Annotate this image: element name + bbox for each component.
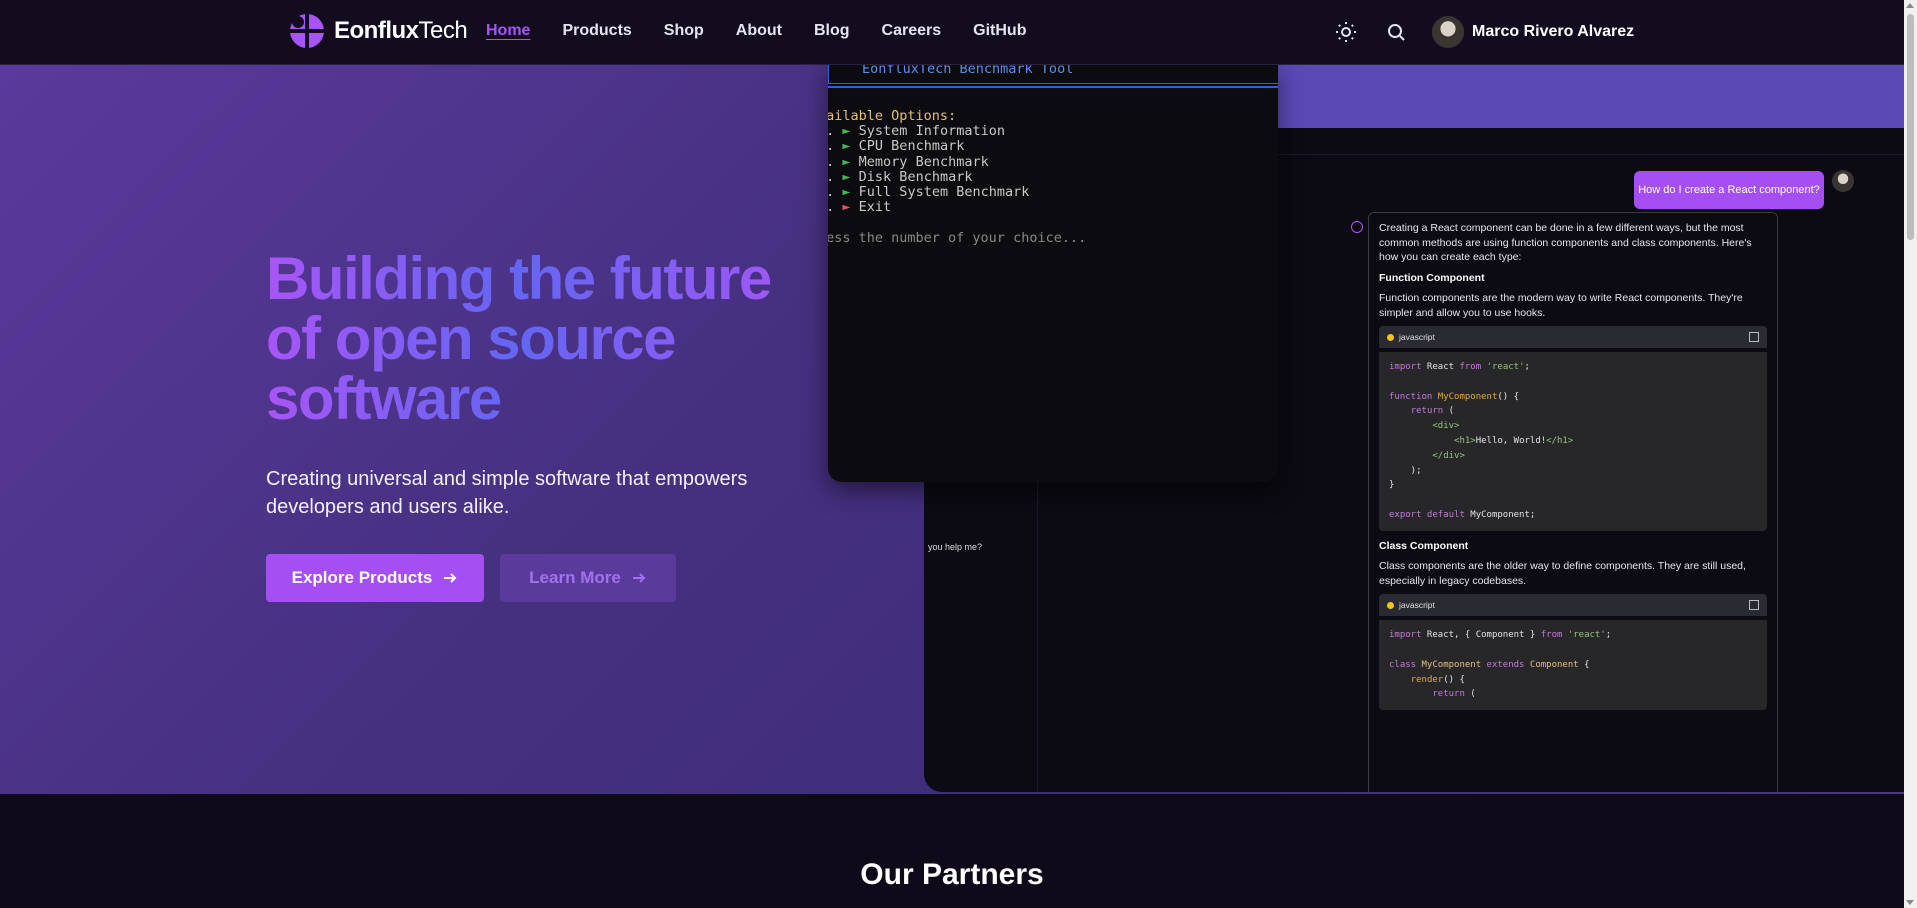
main-navigation: Home Products Shop About Blog Careers Gi… <box>486 22 1026 40</box>
top-navbar: EonfluxTech Home Products Shop About Blo… <box>0 0 1904 65</box>
copy-icon[interactable] <box>1749 332 1759 342</box>
scroll-up-icon[interactable] <box>1906 3 1914 8</box>
code-header: javascript <box>1379 326 1767 348</box>
terminal-title: EonfluxTech Benchmark Tool <box>862 64 1074 77</box>
terminal-output: vailable Options: 1. ► System Informatio… <box>828 108 1087 246</box>
arrow-right-icon <box>632 573 646 583</box>
code-block: javascript import React from 'react'; fu… <box>1379 326 1767 531</box>
terminal-option: Disk Benchmark <box>858 168 973 185</box>
partners-section: Our Partners <box>0 794 1904 908</box>
terminal-option: CPU Benchmark <box>858 138 965 155</box>
copy-icon[interactable] <box>1749 600 1759 611</box>
terminal-option: System Information <box>858 123 1005 140</box>
partners-title: Our Partners <box>860 858 1044 891</box>
avatar <box>1832 170 1854 192</box>
nav-link-shop[interactable]: Shop <box>664 22 704 40</box>
code-language: javascript <box>1399 600 1435 611</box>
code-language: javascript <box>1399 331 1435 342</box>
nav-link-home[interactable]: Home <box>486 22 530 40</box>
user-menu[interactable]: Marco Rivero Alvarez <box>1432 16 1634 48</box>
assistant-answer: Creating a React component can be done i… <box>1368 212 1778 792</box>
class-component-desc: Class components are the older way to de… <box>1379 560 1746 587</box>
hero-subtitle: Creating universal and simple software t… <box>266 468 748 518</box>
language-dot-icon <box>1387 333 1394 341</box>
brand-logo[interactable]: EonfluxTech <box>288 12 468 50</box>
scrollbar-thumb[interactable] <box>1907 14 1914 240</box>
nav-link-products[interactable]: Products <box>562 22 631 40</box>
user-name: Marco Rivero Alvarez <box>1472 23 1635 40</box>
language-dot-icon <box>1387 601 1394 609</box>
answer-intro: Creating a React component can be done i… <box>1379 222 1752 263</box>
chat-fragment-text: you help me? <box>928 542 983 552</box>
nav-link-github[interactable]: GitHub <box>973 22 1026 40</box>
code-snippet: import React from 'react'; function MyCo… <box>1379 352 1767 531</box>
search-icon[interactable] <box>1384 20 1408 44</box>
class-component-heading: Class Component <box>1379 539 1469 552</box>
hero-title: Building the future of open source softw… <box>266 249 826 429</box>
scroll-down-icon[interactable] <box>1906 900 1914 905</box>
terminal-title-box: EonfluxTech Benchmark Tool <box>828 64 1278 88</box>
hero-section: Building the future of open source softw… <box>0 64 1904 794</box>
terminal-options-header: vailable Options: <box>828 108 957 124</box>
code-header: javascript <box>1379 594 1767 617</box>
theme-toggle-icon[interactable] <box>1334 20 1358 44</box>
code-snippet: import React, { Component } from 'react'… <box>1379 620 1767 711</box>
terminal-option: Exit <box>858 199 892 216</box>
terminal-prompt: ress the number of your choice... <box>828 229 1087 246</box>
page-scrollbar[interactable] <box>1904 0 1917 908</box>
avatar <box>1432 16 1464 48</box>
function-component-desc: Function components are the modern way t… <box>1379 292 1743 319</box>
nav-link-about[interactable]: About <box>736 22 782 40</box>
learn-more-label: Learn More <box>529 568 621 587</box>
learn-more-button[interactable]: Learn More <box>500 554 676 602</box>
assistant-icon <box>1351 221 1363 233</box>
eonflux-logo-icon <box>288 12 326 50</box>
arrow-right-icon <box>444 573 457 583</box>
decorative-strip <box>1278 64 1904 128</box>
code-block: javascript import React, { Component } f… <box>1379 594 1767 711</box>
terminal-option: Memory Benchmark <box>858 153 989 170</box>
nav-link-blog[interactable]: Blog <box>814 22 850 40</box>
user-message-bubble: How do I create a React component? <box>1634 171 1824 209</box>
terminal-preview-window: EonfluxTech Benchmark Tool vailable Opti… <box>828 64 1278 482</box>
terminal-option: Full System Benchmark <box>858 184 1030 201</box>
nav-link-careers[interactable]: Careers <box>882 22 942 40</box>
explore-products-button[interactable]: Explore Products <box>266 554 484 602</box>
function-component-heading: Function Component <box>1379 271 1485 284</box>
explore-products-label: Explore Products <box>291 568 433 587</box>
brand-name: EonfluxTech <box>334 17 468 44</box>
